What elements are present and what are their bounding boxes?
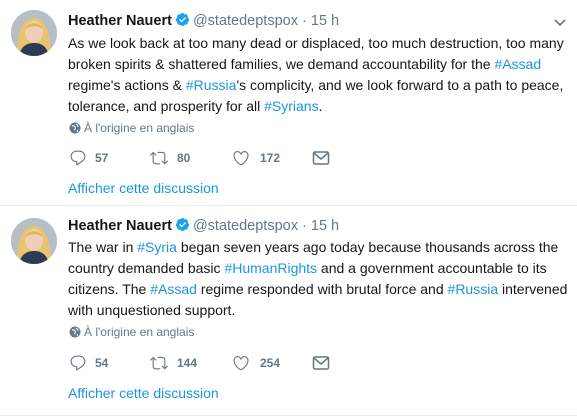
text-segment: country demanded basic	[68, 260, 225, 276]
tweet-actions: 54 144 254	[69, 353, 369, 373]
translate-note[interactable]: À l'origine en anglais	[69, 325, 194, 339]
envelope-icon	[312, 151, 330, 165]
author-name[interactable]: Heather Nauert	[68, 13, 172, 29]
message-button[interactable]	[312, 148, 330, 168]
author-handle[interactable]: @statedeptspox	[193, 218, 298, 234]
retweet-count: 144	[177, 356, 198, 370]
text-segment: and a government accountable to its	[317, 260, 547, 276]
tweet-text: The war in #Syria began seven years ago …	[68, 237, 568, 321]
separator-dot: ·	[302, 13, 307, 29]
text-segment: regime's actions &	[68, 77, 186, 93]
tweet-text-line: with unquestioned support.	[68, 300, 568, 321]
hashtag-link[interactable]: #Assad	[494, 56, 541, 72]
retweet-icon	[150, 356, 168, 370]
retweet-button[interactable]: 144	[149, 353, 197, 373]
globe-icon	[69, 326, 81, 338]
text-segment: 's complicity, and we look forward to a …	[236, 77, 564, 93]
retweet-icon	[150, 151, 168, 165]
hashtag-link[interactable]: #Russia	[186, 77, 237, 93]
avatar[interactable]	[11, 10, 57, 56]
author-handle[interactable]: @statedeptspox	[193, 13, 298, 29]
show-thread-link[interactable]: Afficher cette discussion	[68, 385, 219, 401]
reply-icon	[70, 355, 86, 371]
reply-button[interactable]: 54	[69, 353, 108, 373]
tweet[interactable]: Heather Nauert @statedeptspox · 15 h The …	[0, 205, 577, 416]
timestamp[interactable]: 15 h	[311, 13, 339, 29]
tweet-text-line: As we look back at too many dead or disp…	[68, 33, 568, 54]
separator-dot: ·	[302, 218, 307, 234]
verified-badge-icon	[175, 217, 190, 232]
timestamp[interactable]: 15 h	[311, 218, 339, 234]
timeline: Heather Nauert @statedeptspox · 15 h As w…	[0, 0, 577, 417]
tweet[interactable]: Heather Nauert @statedeptspox · 15 h As w…	[0, 0, 577, 206]
tweet-text-line: The war in #Syria began seven years ago …	[68, 237, 568, 258]
tweet-text-line: regime's actions & #Russia's complicity,…	[68, 75, 568, 96]
tweet-text-line: country demanded basic #HumanRights and …	[68, 258, 568, 279]
chevron-down-icon[interactable]	[553, 15, 567, 29]
tweet-header: Heather Nauert @statedeptspox · 15 h	[68, 12, 339, 32]
like-button[interactable]: 172	[232, 148, 280, 168]
reply-button[interactable]: 57	[69, 148, 108, 168]
retweet-count: 80	[177, 151, 191, 165]
text-segment: began seven years ago today because thou…	[176, 239, 559, 255]
like-button[interactable]: 254	[232, 353, 280, 373]
text-segment: tolerance, and prosperity for all	[68, 98, 265, 114]
text-segment: broken spirits & shattered families, we …	[68, 56, 495, 72]
hashtag-link[interactable]: #HumanRights	[224, 260, 317, 276]
message-button[interactable]	[312, 353, 330, 373]
text-segment: The war in	[68, 239, 138, 255]
text-segment: As we look back at too many dead or disp…	[68, 35, 564, 51]
reply-icon	[70, 150, 86, 166]
hashtag-link[interactable]: #Syrians	[264, 98, 318, 114]
text-segment: intervened	[498, 281, 568, 297]
author-name[interactable]: Heather Nauert	[68, 218, 172, 234]
tweet-text: As we look back at too many dead or disp…	[68, 33, 568, 117]
heart-icon	[233, 151, 249, 166]
tweet-header: Heather Nauert @statedeptspox · 15 h	[68, 217, 339, 237]
translate-note[interactable]: À l'origine en anglais	[69, 121, 194, 135]
like-count: 172	[260, 151, 281, 165]
reply-count: 57	[95, 151, 109, 165]
hashtag-link[interactable]: #Assad	[150, 281, 197, 297]
tweet-text-line: tolerance, and prosperity for all #Syria…	[68, 96, 568, 117]
globe-icon	[69, 122, 81, 134]
translate-label: À l'origine en anglais	[84, 121, 195, 135]
avatar[interactable]	[11, 218, 57, 264]
text-segment: regime responded with brutal force and	[196, 281, 448, 297]
hashtag-link[interactable]: #Syria	[137, 239, 177, 255]
reply-count: 54	[95, 356, 109, 370]
hashtag-link[interactable]: #Russia	[448, 281, 499, 297]
translate-label: À l'origine en anglais	[84, 325, 195, 339]
tweet-text-line: citizens. The #Assad regime responded wi…	[68, 279, 568, 300]
like-count: 254	[260, 356, 281, 370]
text-segment: with unquestioned support.	[68, 302, 236, 318]
retweet-button[interactable]: 80	[149, 148, 190, 168]
tweet-text-line: broken spirits & shattered families, we …	[68, 54, 568, 75]
text-segment: citizens. The	[68, 281, 151, 297]
heart-icon	[233, 356, 249, 371]
verified-badge-icon	[175, 12, 190, 27]
show-thread-link[interactable]: Afficher cette discussion	[68, 180, 219, 196]
envelope-icon	[312, 356, 330, 370]
text-segment: .	[318, 98, 323, 114]
tweet-actions: 57 80 172	[69, 148, 369, 168]
